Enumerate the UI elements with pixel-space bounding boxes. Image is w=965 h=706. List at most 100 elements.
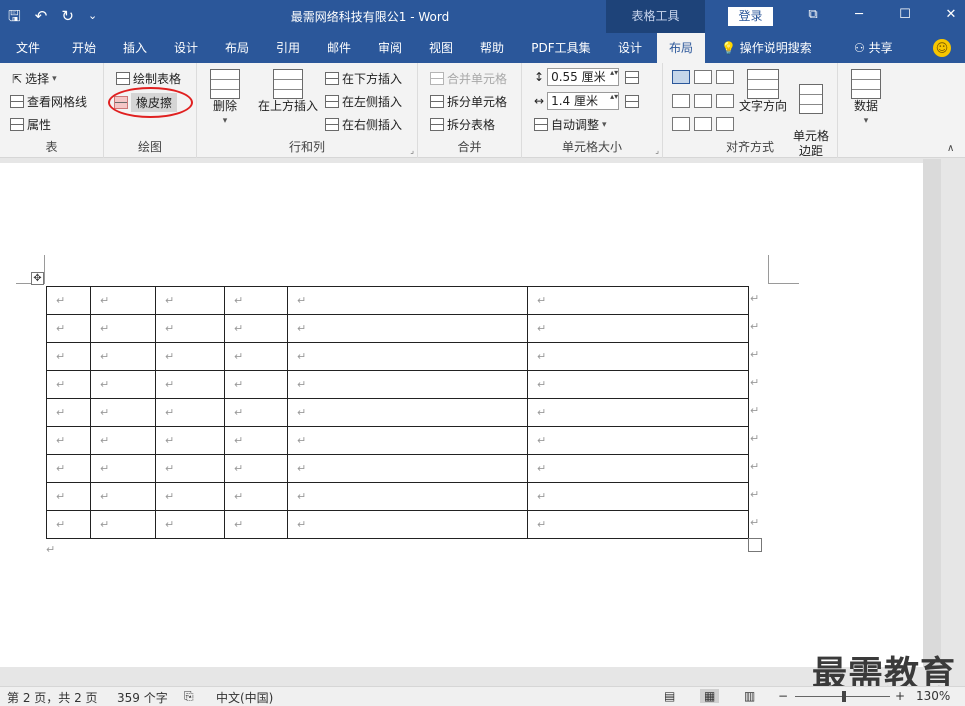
vertical-scrollbar[interactable] xyxy=(923,159,965,667)
read-mode-icon[interactable]: ▤ xyxy=(664,689,675,703)
table-cell[interactable]: ↵ xyxy=(90,426,156,455)
tab-mailings[interactable]: 邮件 xyxy=(314,33,364,63)
tab-pdf-tools[interactable]: PDF工具集 xyxy=(522,33,600,63)
document-table[interactable]: ↵ ↵ ↵ ↵ ↵ ↵ ↵ ↵ ↵ ↵ ↵ ↵ ↵ ↵ ↵ ↵ ↵ ↵ ↵ ↵ ↵ ↵ ↵ ↵ ↵ ↵ ↵ ↵ ↵ ↵ ↵ ↵ ↵ ↵ ↵ ↵ ↵ ↵ ↵ ↵… xyxy=(46,286,749,539)
align-bottom-center-icon[interactable] xyxy=(694,117,712,131)
collapse-ribbon-icon[interactable]: ∧ xyxy=(947,143,954,154)
table-cell[interactable]: ↵ xyxy=(527,426,749,455)
column-width-input[interactable]: 1.4 厘米 xyxy=(547,92,620,110)
autofit-button[interactable]: 自动调整 ▾ xyxy=(534,116,607,133)
print-layout-icon[interactable]: ▦ xyxy=(700,689,720,703)
table-cell[interactable]: ↵ xyxy=(155,398,225,427)
tab-view[interactable]: 视图 xyxy=(416,33,466,63)
table-cell[interactable]: ↵ xyxy=(224,510,288,539)
zoom-in-icon[interactable]: + xyxy=(895,689,905,703)
split-cells-button[interactable]: 拆分单元格 xyxy=(430,93,507,110)
insert-below-button[interactable]: 在下方插入 xyxy=(325,70,402,87)
table-cell[interactable]: ↵ xyxy=(155,510,225,539)
table-cell[interactable]: ↵ xyxy=(46,426,91,455)
tab-layout[interactable]: 布局 xyxy=(212,33,262,63)
table-cell[interactable]: ↵ xyxy=(287,314,528,343)
table-cell[interactable]: ↵ xyxy=(46,370,91,399)
table-cell[interactable]: ↵ xyxy=(287,286,528,315)
table-cell[interactable]: ↵ xyxy=(527,454,749,483)
scrollbar-thumb[interactable] xyxy=(923,159,941,667)
table-cell[interactable]: ↵ xyxy=(224,398,288,427)
table-cell[interactable]: ↵ xyxy=(46,342,91,371)
align-bottom-left-icon[interactable] xyxy=(672,117,690,131)
table-cell[interactable]: ↵ xyxy=(155,482,225,511)
web-layout-icon[interactable]: ▥ xyxy=(744,689,755,703)
zoom-level[interactable]: 130% xyxy=(916,689,950,703)
share-button[interactable]: ⚇ 共享 xyxy=(854,33,893,63)
align-middle-right-icon[interactable] xyxy=(716,94,734,108)
tab-table-layout[interactable]: 布局 xyxy=(657,33,705,63)
zoom-out-icon[interactable]: − xyxy=(778,689,788,703)
word-count[interactable]: 359 个字 xyxy=(117,689,168,706)
align-bottom-right-icon[interactable] xyxy=(716,117,734,131)
table-cell[interactable]: ↵ xyxy=(527,286,749,315)
row-height-input[interactable]: 0.55 厘米 xyxy=(547,68,620,86)
table-cell[interactable]: ↵ xyxy=(90,398,156,427)
tab-references[interactable]: 引用 xyxy=(262,33,314,63)
table-cell[interactable]: ↵ xyxy=(46,482,91,511)
table-cell[interactable]: ↵ xyxy=(46,398,91,427)
merge-cells-button[interactable]: 合并单元格 xyxy=(430,70,507,87)
table-cell[interactable]: ↵ xyxy=(90,286,156,315)
table-cell[interactable]: ↵ xyxy=(46,314,91,343)
table-cell[interactable]: ↵ xyxy=(224,370,288,399)
table-cell[interactable]: ↵ xyxy=(90,342,156,371)
table-cell[interactable]: ↵ xyxy=(224,342,288,371)
table-cell[interactable]: ↵ xyxy=(155,314,225,343)
maximize-icon[interactable]: ☐ xyxy=(882,5,928,25)
table-cell[interactable]: ↵ xyxy=(527,342,749,371)
align-top-right-icon[interactable] xyxy=(716,70,734,84)
language[interactable]: 中文(中国) xyxy=(216,689,273,706)
view-gridlines-button[interactable]: 查看网格线 xyxy=(10,93,87,110)
table-cell[interactable]: ↵ xyxy=(155,426,225,455)
table-cell[interactable]: ↵ xyxy=(90,510,156,539)
tab-home[interactable]: 开始 xyxy=(58,33,110,63)
proofing-icon[interactable]: ⎘ xyxy=(184,689,194,704)
tab-review[interactable]: 审阅 xyxy=(364,33,416,63)
align-top-left-icon[interactable] xyxy=(672,70,690,84)
table-cell[interactable]: ↵ xyxy=(287,398,528,427)
table-cell[interactable]: ↵ xyxy=(287,370,528,399)
ribbon-display-icon[interactable]: ⧉ xyxy=(790,5,836,25)
text-direction-button[interactable]: 文字方向 xyxy=(737,69,789,114)
table-cell[interactable]: ↵ xyxy=(527,314,749,343)
table-cell[interactable]: ↵ xyxy=(527,370,749,399)
table-cell[interactable]: ↵ xyxy=(224,286,288,315)
close-icon[interactable]: ✕ xyxy=(928,5,965,25)
table-cell[interactable]: ↵ xyxy=(224,454,288,483)
table-cell[interactable]: ↵ xyxy=(287,426,528,455)
login-button[interactable]: 登录 xyxy=(728,7,773,26)
table-cell[interactable]: ↵ xyxy=(46,454,91,483)
table-cell[interactable]: ↵ xyxy=(155,286,225,315)
align-top-center-icon[interactable] xyxy=(694,70,712,84)
table-cell[interactable]: ↵ xyxy=(46,286,91,315)
table-resize-handle[interactable] xyxy=(748,538,762,552)
table-cell[interactable]: ↵ xyxy=(527,398,749,427)
align-middle-center-icon[interactable] xyxy=(694,94,712,108)
distribute-columns-icon[interactable] xyxy=(625,94,640,108)
insert-left-button[interactable]: 在左侧插入 xyxy=(325,93,402,110)
table-cell[interactable]: ↵ xyxy=(287,454,528,483)
distribute-rows-icon[interactable] xyxy=(625,70,640,84)
table-cell[interactable]: ↵ xyxy=(46,510,91,539)
table-cell[interactable]: ↵ xyxy=(90,370,156,399)
insert-above-button[interactable]: 在上方插入 xyxy=(255,69,321,114)
insert-right-button[interactable]: 在右侧插入 xyxy=(325,116,402,133)
table-cell[interactable]: ↵ xyxy=(224,426,288,455)
select-button[interactable]: ⇱ 选择 ▾ xyxy=(12,70,57,87)
page-count[interactable]: 第 2 页，共 2 页 xyxy=(7,689,98,706)
align-middle-left-icon[interactable] xyxy=(672,94,690,108)
table-cell[interactable]: ↵ xyxy=(155,342,225,371)
tab-help[interactable]: 帮助 xyxy=(466,33,518,63)
tab-insert[interactable]: 插入 xyxy=(110,33,160,63)
table-cell[interactable]: ↵ xyxy=(287,510,528,539)
tab-design[interactable]: 设计 xyxy=(160,33,212,63)
properties-button[interactable]: 属性 xyxy=(10,116,51,133)
data-button[interactable]: 数据 ▾ xyxy=(848,69,884,129)
split-table-button[interactable]: 拆分表格 xyxy=(430,116,495,133)
